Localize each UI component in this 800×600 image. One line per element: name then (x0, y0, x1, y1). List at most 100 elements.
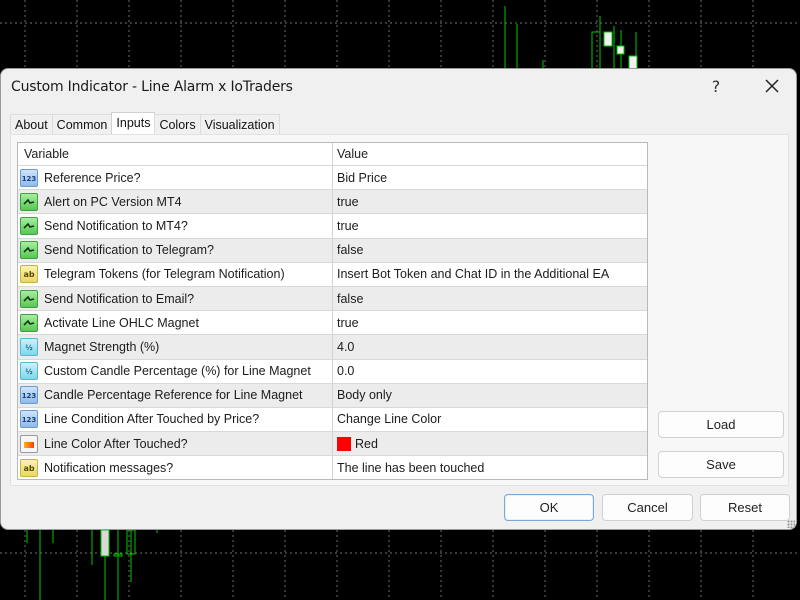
value-cell[interactable]: true (333, 190, 647, 213)
variable-cell: Alert on PC Version MT4 (18, 190, 333, 214)
save-button[interactable]: Save (658, 451, 784, 478)
boolean-type-icon (20, 216, 38, 235)
close-button[interactable] (759, 75, 785, 99)
tab-visualization[interactable]: Visualization (199, 114, 280, 136)
variable-name: Reference Price? (44, 170, 141, 185)
load-button[interactable]: Load (658, 411, 784, 438)
table-row[interactable]: 123 Line Condition After Touched by Price… (18, 406, 647, 432)
cancel-button[interactable]: Cancel (602, 494, 693, 521)
variable-cell: 123 Candle Percentage Reference for Line … (18, 383, 333, 407)
variable-cell: 123 Reference Price? (18, 166, 333, 190)
value-text: true (337, 315, 359, 330)
double-type-icon: ½ (20, 337, 38, 356)
integer-type-icon: 123 (20, 410, 38, 429)
value-text: true (337, 194, 359, 209)
variable-name: Line Color After Touched? (44, 436, 188, 451)
variable-name: Candle Percentage Reference for Line Mag… (44, 388, 303, 403)
value-text: 0.0 (337, 364, 355, 379)
value-cell[interactable]: Body only (333, 384, 647, 407)
table-row[interactable]: Send Notification to MT4? true (18, 213, 647, 238)
table-header: Variable Value (18, 143, 647, 165)
variable-name: Notification messages? (44, 460, 174, 475)
tab-colors[interactable]: Colors (154, 114, 201, 136)
value-cell[interactable]: Change Line Color (333, 408, 647, 431)
color-swatch (337, 436, 351, 451)
variable-cell: Send Notification to Telegram? (18, 238, 333, 262)
variable-name: Send Notification to MT4? (44, 218, 188, 233)
value-cell[interactable]: false (333, 287, 647, 310)
value-text: Red (355, 436, 378, 451)
value-cell[interactable]: true (333, 214, 647, 237)
candle-body (616, 45, 625, 55)
variable-name: Activate Line OHLC Magnet (44, 315, 199, 330)
tab-common[interactable]: Common (51, 114, 113, 136)
table-row[interactable]: Send Notification to Email? false (18, 285, 647, 311)
tab-inputs[interactable]: Inputs (111, 112, 156, 136)
value-text: 4.0 (337, 339, 355, 354)
table-row[interactable]: ab Telegram Tokens (for Telegram Notifica… (18, 261, 647, 286)
close-icon (765, 79, 779, 93)
dialog-title: Custom Indicator - Line Alarm x IoTrader… (11, 79, 293, 95)
boolean-type-icon (20, 192, 38, 211)
integer-type-icon: 123 (20, 386, 38, 405)
table-row[interactable]: Send Notification to Telegram? false (18, 237, 647, 262)
value-text: false (337, 291, 364, 306)
reset-button[interactable]: Reset (700, 494, 790, 521)
string-type-icon: ab (20, 458, 38, 477)
table-row[interactable]: ½ Custom Candle Percentage (%) for Line M… (18, 358, 647, 383)
variable-name: Custom Candle Percentage (%) for Line Ma… (44, 364, 311, 379)
boolean-type-icon (20, 241, 38, 260)
variable-name: Magnet Strength (%) (44, 339, 160, 354)
value-text: The line has been touched (337, 460, 485, 475)
value-text: Change Line Color (337, 412, 442, 427)
value-cell[interactable]: The line has been touched (333, 456, 647, 479)
table-row[interactable]: Activate Line OHLC Magnet true (18, 310, 647, 335)
variable-cell: ab Notification messages? (18, 456, 333, 480)
value-cell[interactable]: Bid Price (333, 166, 647, 189)
integer-type-icon: 123 (20, 168, 38, 187)
string-type-icon: ab (20, 265, 38, 284)
tab-bar: About Common Inputs Colors Visualization (10, 112, 280, 136)
table-row[interactable]: ab Notification messages? The line has bee… (18, 455, 647, 480)
value-cell[interactable]: 4.0 (333, 335, 647, 358)
table-body: 123 Reference Price? Bid Price Alert on PC … (18, 165, 647, 480)
value-text: Bid Price (337, 170, 388, 185)
value-cell[interactable]: false (333, 239, 647, 262)
value-text: Insert Bot Token and Chat ID in the Addi… (337, 267, 610, 282)
resize-grip[interactable] (787, 520, 795, 528)
column-header-value: Value (337, 147, 369, 161)
value-cell[interactable]: Insert Bot Token and Chat ID in the Addi… (333, 263, 647, 286)
variable-name: Telegram Tokens (for Telegram Notificati… (44, 267, 285, 282)
inputs-table: Variable Value 123 Reference Price? Bid Pr… (17, 142, 648, 481)
variable-cell: ½ Magnet Strength (%) (18, 335, 333, 359)
variable-cell: ½ Custom Candle Percentage (%) for Line M… (18, 359, 333, 383)
variable-name: Send Notification to Email? (44, 291, 195, 306)
variable-cell: Send Notification to Email? (18, 286, 333, 311)
double-type-icon: ½ (20, 362, 38, 381)
variable-cell: ab Telegram Tokens (for Telegram Notifica… (18, 262, 333, 286)
candle-body (591, 31, 601, 71)
boolean-type-icon (20, 313, 38, 332)
help-button[interactable]: ? (705, 75, 727, 99)
table-row[interactable]: Alert on PC Version MT4 true (18, 189, 647, 214)
value-cell[interactable]: 0.0 (333, 360, 647, 383)
variable-name: Send Notification to Telegram? (44, 243, 215, 258)
variable-cell: 123 Line Condition After Touched by Price… (18, 407, 333, 432)
variable-cell: Activate Line OHLC Magnet (18, 311, 333, 335)
variable-cell: Send Notification to MT4? (18, 214, 333, 238)
value-cell[interactable]: true (333, 311, 647, 334)
variable-name: Alert on PC Version MT4 (44, 194, 182, 209)
value-cell[interactable]: Red (333, 432, 647, 455)
ok-button[interactable]: OK (504, 494, 594, 521)
value-text: false (337, 243, 364, 258)
candle-body (603, 31, 613, 47)
table-row[interactable]: ½ Magnet Strength (%) 4.0 (18, 334, 647, 359)
candle-body (100, 529, 110, 557)
table-row[interactable]: 123 Reference Price? Bid Price (18, 165, 647, 190)
value-text: Body only (337, 388, 392, 403)
table-row[interactable]: Line Color After Touched? Red (18, 431, 647, 456)
boolean-type-icon (20, 289, 38, 308)
table-row[interactable]: 123 Candle Percentage Reference for Line … (18, 382, 647, 407)
value-text: true (337, 218, 359, 233)
tab-about[interactable]: About (10, 114, 53, 136)
